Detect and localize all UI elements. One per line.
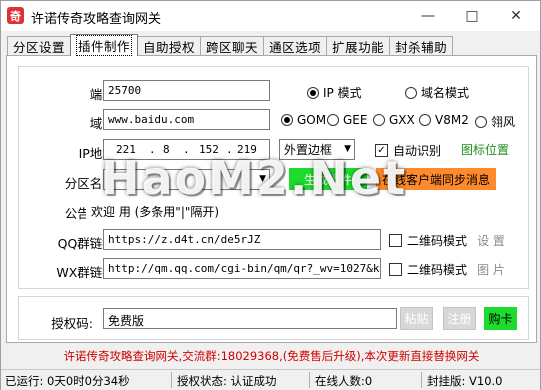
radio-dot bbox=[327, 114, 339, 126]
app-logo-icon: 奇 bbox=[7, 7, 24, 24]
sync-message-button[interactable]: 在线客户端同步消息 bbox=[376, 168, 496, 190]
ip-octet-4: 219 bbox=[237, 143, 257, 156]
status-divider bbox=[309, 372, 310, 388]
engine-label: V8M2 bbox=[435, 113, 469, 127]
tab-label: 插件制作 bbox=[76, 35, 133, 56]
notice-input[interactable]: 欢迎 用 (多条用"|"隔开) bbox=[86, 199, 504, 220]
version-status: 封挂版: V10.0 bbox=[427, 374, 503, 388]
ip-dot: . bbox=[149, 143, 156, 156]
ip-dot: . bbox=[226, 143, 233, 156]
tab-label: 通区选项 bbox=[269, 40, 322, 55]
radio-dot bbox=[419, 114, 431, 126]
auth-code-input[interactable]: 免费版 bbox=[103, 308, 397, 329]
uptime-status: 已运行: 0天0时0分34秒 bbox=[5, 374, 130, 388]
border-select[interactable]: 外置边框 ▼ bbox=[279, 139, 355, 160]
qr-mode-label: 二维码模式 bbox=[407, 234, 468, 248]
engine-label: GEE bbox=[343, 113, 368, 127]
status-divider bbox=[171, 372, 172, 388]
domain-mode-radio[interactable]: 域名模式 bbox=[405, 84, 469, 101]
engine-radio-v8m2[interactable]: V8M2 bbox=[419, 113, 469, 127]
wx-picture-button[interactable]: 图 片 bbox=[471, 261, 511, 277]
tab-zone-options[interactable]: 通区选项 bbox=[263, 36, 328, 56]
domain-mode-label: 域名模式 bbox=[421, 86, 470, 100]
border-select-value: 外置边框 bbox=[284, 143, 333, 157]
engine-label: 翎风 bbox=[491, 115, 516, 129]
qr-mode-label: 二维码模式 bbox=[407, 263, 468, 277]
ip-octet-3: 152 bbox=[199, 143, 219, 156]
tab-label: 跨区聊天 bbox=[206, 40, 259, 55]
status-divider bbox=[421, 372, 422, 388]
radio-dot bbox=[307, 86, 319, 99]
footer-notice: 许诺传奇攻略查询网关,交流群:18029368,(免费售后升级),本次更新直接替… bbox=[63, 349, 480, 363]
engine-radio-gom[interactable]: GOM bbox=[281, 113, 326, 127]
auth-code-label: 授权码: bbox=[51, 316, 93, 331]
checkbox-box bbox=[389, 263, 402, 276]
engine-label: GXX bbox=[389, 113, 415, 127]
paste-button[interactable]: 粘贴 bbox=[400, 307, 433, 330]
tab-label: 自助授权 bbox=[143, 40, 196, 55]
ip-octet-2: 8 bbox=[163, 143, 170, 156]
online-count: 在线人数:0 bbox=[315, 374, 373, 388]
tab-plugin-making[interactable]: 插件制作 bbox=[70, 34, 139, 56]
radio-dot bbox=[405, 86, 417, 99]
qq-link-input[interactable]: https://z.d4t.cn/de5rJZ bbox=[103, 229, 381, 250]
ip-mode-label: IP 模式 bbox=[323, 86, 362, 100]
tab-partition-settings[interactable]: 分区设置 bbox=[7, 36, 72, 56]
engine-radio-gee[interactable]: GEE bbox=[327, 113, 367, 127]
chevron-down-icon: ▼ bbox=[259, 174, 266, 184]
wx-link-input[interactable]: http://qm.qq.com/cgi-bin/qm/qr?_wv=1027&… bbox=[103, 258, 381, 279]
minimize-icon[interactable]: — bbox=[406, 1, 450, 31]
radio-dot bbox=[475, 115, 487, 128]
tab-self-authorization[interactable]: 自助授权 bbox=[137, 36, 202, 56]
auth-status: 授权状态: 认证成功 bbox=[177, 374, 277, 388]
auto-detect-label: 自动识别 bbox=[393, 144, 442, 158]
tab-label: 分区设置 bbox=[13, 40, 66, 55]
engine-radio-gxx[interactable]: GXX bbox=[373, 113, 415, 127]
checkbox-box bbox=[389, 234, 402, 247]
wx-qr-mode-checkbox[interactable]: 二维码模式 bbox=[389, 261, 467, 278]
tab-label: 扩展功能 bbox=[332, 40, 385, 55]
port-input[interactable]: 25700 bbox=[103, 80, 270, 101]
tab-bar: 分区设置 插件制作 自助授权 跨区聊天 通区选项 扩展功能 封杀辅助 bbox=[7, 34, 454, 56]
close-icon[interactable]: ✕ bbox=[494, 1, 538, 31]
generate-plugin-button[interactable]: 生成插件 bbox=[289, 168, 367, 190]
qq-settings-button[interactable]: 设 置 bbox=[471, 232, 511, 248]
maximize-icon[interactable]: □ bbox=[450, 1, 494, 31]
window-title: 许诺传奇攻略查询网关 bbox=[31, 12, 162, 27]
engine-label: GOM bbox=[297, 113, 327, 127]
domain-input[interactable]: www.baidu.com bbox=[103, 109, 270, 130]
title-bar: 奇 许诺传奇攻略查询网关 — □ ✕ bbox=[1, 1, 540, 31]
checkmark-icon: ✓ bbox=[375, 144, 388, 157]
partition-name-select[interactable]: ▼ bbox=[103, 169, 270, 190]
qq-qr-mode-checkbox[interactable]: 二维码模式 bbox=[389, 232, 467, 249]
icon-position-link[interactable]: 图标位置 bbox=[455, 141, 515, 158]
radio-dot bbox=[373, 114, 385, 126]
radio-dot bbox=[281, 114, 293, 126]
app-window: 奇 许诺传奇攻略查询网关 — □ ✕ 分区设置 插件制作 自助授权 跨区聊天 通… bbox=[0, 0, 541, 390]
tab-block-cheats[interactable]: 封杀辅助 bbox=[389, 36, 454, 56]
ip-mode-radio[interactable]: IP 模式 bbox=[307, 84, 362, 101]
chevron-down-icon: ▼ bbox=[344, 144, 351, 154]
ip-dot: . bbox=[183, 143, 190, 156]
status-bar: 已运行: 0天0时0分34秒 授权状态: 认证成功 在线人数:0 封挂版: V1… bbox=[1, 369, 540, 390]
engine-radio-lingfeng[interactable]: 翎风 bbox=[475, 113, 515, 130]
buy-card-button[interactable]: 购卡 bbox=[484, 307, 517, 330]
ip-octet-1: 221 bbox=[116, 143, 136, 156]
auto-detect-checkbox[interactable]: ✓ 自动识别 bbox=[375, 142, 441, 159]
tab-extensions[interactable]: 扩展功能 bbox=[326, 36, 391, 56]
tab-label: 封杀辅助 bbox=[395, 40, 448, 55]
tab-cross-chat[interactable]: 跨区聊天 bbox=[200, 36, 265, 56]
plugin-tab-panel: 端口: 25700 IP 模式 域名模式 域名: www.baidu.com G… bbox=[6, 55, 537, 343]
register-button[interactable]: 注册 bbox=[443, 307, 476, 330]
